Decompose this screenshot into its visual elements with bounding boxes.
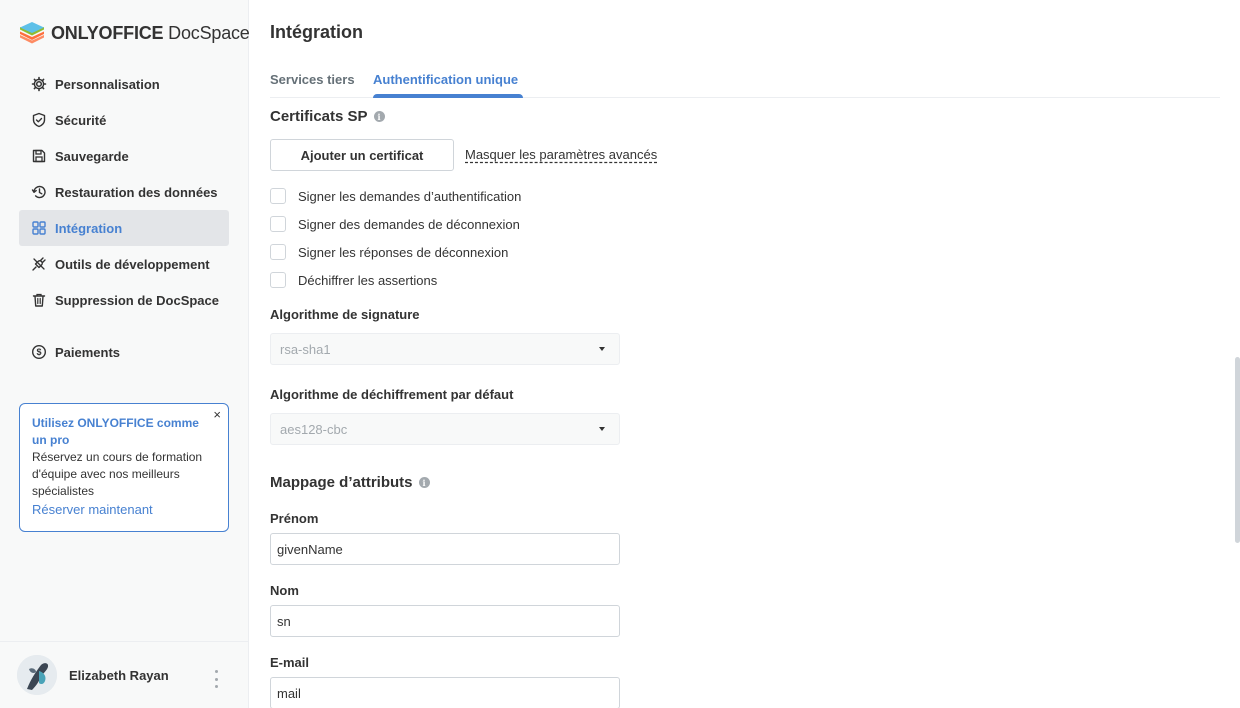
- email-label: E-mail: [270, 655, 310, 670]
- last-name-label: Nom: [270, 583, 299, 598]
- decryption-algorithm-label: Algorithme de déchiffrement par défaut: [270, 387, 514, 402]
- info-icon[interactable]: i: [373, 111, 385, 122]
- section-title: Certificats SP: [270, 108, 368, 125]
- app-name: ONLYOFFICE DocSpace: [51, 22, 250, 43]
- checkbox-decrypt-assertions[interactable]: Déchiffrer les assertions: [270, 272, 437, 288]
- user-profile: Elizabeth Rayan: [0, 641, 249, 708]
- sidebar-item-label: Intégration: [55, 220, 123, 236]
- page-title: Intégration: [270, 22, 363, 42]
- first-name-field[interactable]: [270, 533, 620, 565]
- promo-title: Utilisez ONLYOFFICE comme un pro: [32, 416, 199, 447]
- scrollbar[interactable]: [1235, 357, 1240, 543]
- signature-algorithm-select[interactable]: rsa-sha1: [270, 333, 620, 365]
- user-name: Elizabeth Rayan: [69, 667, 169, 683]
- checkbox-label: Signer les demandes d’authentification: [298, 188, 522, 204]
- signature-algorithm-label: Algorithme de signature: [270, 307, 420, 322]
- promo-text: Réservez un cours de formation d'équipe …: [32, 450, 203, 498]
- select-value: rsa-sha1: [280, 341, 331, 357]
- checkbox-label: Signer des demandes de déconnexion: [298, 216, 520, 232]
- checkbox[interactable]: [270, 244, 286, 260]
- sidebar-item-label: Outils de développement: [55, 256, 210, 272]
- tab-third-party-services[interactable]: Services tiers: [270, 72, 355, 87]
- settings-nav: Personnalisation Sécurité Sauvegarde Res…: [19, 66, 229, 370]
- app-logo[interactable]: ONLYOFFICE DocSpace: [18, 20, 250, 46]
- sidebar-item-personalization[interactable]: Personnalisation: [19, 66, 229, 102]
- tab-single-sign-on[interactable]: Authentification unique: [373, 72, 518, 87]
- svg-text:$: $: [36, 347, 41, 357]
- sidebar: ONLYOFFICE DocSpace Personnalisation Séc…: [0, 0, 250, 708]
- chevron-down-icon: [599, 347, 605, 351]
- hide-advanced-settings-link[interactable]: Masquer les paramètres avancés: [465, 147, 657, 162]
- email-field[interactable]: [270, 677, 620, 708]
- sidebar-item-security[interactable]: Sécurité: [19, 102, 229, 138]
- sidebar-item-payments[interactable]: $ Paiements: [19, 334, 229, 370]
- sidebar-item-delete-docspace[interactable]: Suppression de DocSpace: [19, 282, 229, 318]
- floppy-disk-icon: [31, 148, 47, 164]
- promo-book-link[interactable]: Réserver maintenant: [32, 501, 216, 519]
- select-value: aes128-cbc: [280, 421, 348, 437]
- sidebar-item-integration[interactable]: Intégration: [19, 210, 229, 246]
- nav-divider: [19, 318, 229, 334]
- checkbox-sign-logout-requests[interactable]: Signer des demandes de déconnexion: [270, 216, 520, 232]
- main-content: Intégration Services tiers Authentificat…: [249, 0, 1240, 708]
- chevron-down-icon: [599, 427, 605, 431]
- checkbox-label: Déchiffrer les assertions: [298, 272, 438, 288]
- checkbox-sign-auth-requests[interactable]: Signer les demandes d’authentification: [270, 188, 521, 204]
- onlyoffice-logo-icon: [20, 22, 44, 44]
- attribute-mapping-heading: Mappage d’attributs i: [270, 474, 430, 491]
- checkbox[interactable]: [270, 216, 286, 232]
- sidebar-item-label: Personnalisation: [55, 76, 160, 92]
- section-title: Mappage d’attributs: [270, 474, 413, 491]
- plug-icon: [31, 256, 47, 272]
- history-icon: [31, 184, 47, 200]
- sidebar-item-label: Paiements: [55, 344, 121, 360]
- shield-icon: [31, 112, 47, 128]
- checkbox-label: Signer les réponses de déconnexion: [298, 244, 509, 260]
- sidebar-item-restore[interactable]: Restauration des données: [19, 174, 229, 210]
- checkbox[interactable]: [270, 188, 286, 204]
- sidebar-item-label: Restauration des données: [55, 184, 218, 200]
- more-vertical-icon[interactable]: [210, 670, 222, 688]
- first-name-label: Prénom: [270, 511, 319, 526]
- sidebar-item-label: Sécurité: [55, 112, 107, 128]
- last-name-field[interactable]: [270, 605, 620, 637]
- add-certificate-button[interactable]: Ajouter un certificat: [270, 139, 454, 171]
- gear-icon: [31, 76, 47, 92]
- close-icon[interactable]: ×: [213, 408, 221, 421]
- checkbox[interactable]: [270, 272, 286, 288]
- tab-bar: Services tiers Authentification unique: [270, 66, 1220, 98]
- sidebar-item-developer-tools[interactable]: Outils de développement: [19, 246, 229, 282]
- active-tab-indicator: [373, 94, 523, 98]
- promo-banner: × Utilisez ONLYOFFICE comme un pro Réser…: [19, 403, 229, 532]
- info-icon[interactable]: i: [418, 477, 430, 488]
- trash-icon: [31, 292, 47, 308]
- avatar[interactable]: [17, 655, 57, 695]
- dollar-circle-icon: $: [31, 344, 47, 360]
- grid-icon: [31, 220, 47, 236]
- sidebar-item-label: Suppression de DocSpace: [55, 292, 219, 308]
- decryption-algorithm-select[interactable]: aes128-cbc: [270, 413, 620, 445]
- sp-certificates-heading: Certificats SP i: [270, 108, 385, 125]
- sidebar-item-label: Sauvegarde: [55, 148, 129, 164]
- checkbox-sign-logout-responses[interactable]: Signer les réponses de déconnexion: [270, 244, 508, 260]
- sidebar-item-backup[interactable]: Sauvegarde: [19, 138, 229, 174]
